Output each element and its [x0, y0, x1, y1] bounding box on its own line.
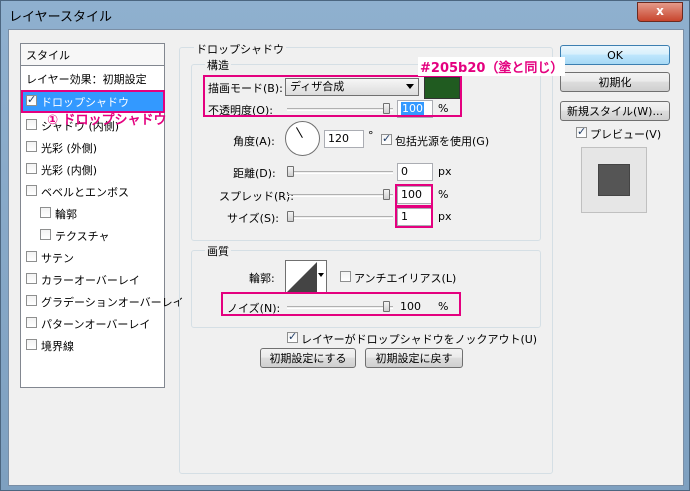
style-preview	[581, 147, 647, 213]
color-overlay-checkbox[interactable]	[26, 273, 37, 284]
layer-style-dialog: レイヤースタイル x スタイル レイヤー効果：初期設定 ドロップシャドウ シャド…	[0, 0, 690, 491]
title-bar: レイヤースタイル x	[1, 1, 689, 29]
spread-label: スプレッド(R):	[219, 190, 294, 203]
annotation-box-blend-opacity	[203, 75, 462, 117]
distance-value: 0	[401, 165, 408, 178]
new-style-button[interactable]: 新規スタイル(W)...	[560, 101, 670, 121]
style-item-label: 境界線	[41, 340, 74, 353]
annotation-box-spread	[395, 184, 433, 207]
angle-dial-needle	[296, 127, 303, 138]
annotation-color-note: #205b20（塗と同じ）	[418, 57, 566, 76]
drop-shadow-group-title: ドロップシャドウ	[194, 41, 286, 57]
contour-label: 輪郭:	[249, 272, 275, 285]
style-item-label: レイヤー効果：初期設定	[26, 73, 147, 86]
dialog-body: スタイル レイヤー効果：初期設定 ドロップシャドウ シャドウ (内側) 光彩 (…	[8, 29, 684, 486]
ok-button[interactable]: OK	[560, 45, 670, 65]
style-list-header[interactable]: スタイル	[21, 44, 164, 66]
global-light-checkbox[interactable]	[381, 132, 392, 145]
contour-picker[interactable]	[285, 260, 327, 294]
structure-group-title: 構造	[205, 57, 231, 73]
style-item-inner-glow[interactable]: 光彩 (内側)	[21, 159, 164, 179]
spread-slider-thumb[interactable]	[383, 189, 390, 200]
make-default-button[interactable]: 初期設定にする	[260, 348, 356, 368]
annotation-step1: ① ドロップシャドウ	[47, 113, 167, 128]
size-slider[interactable]	[287, 216, 393, 219]
pattern-overlay-checkbox[interactable]	[26, 317, 37, 328]
annotation-box-size	[395, 206, 433, 228]
chevron-down-icon	[318, 273, 324, 277]
spread-slider[interactable]	[287, 194, 393, 197]
style-item-satin[interactable]: サテン	[21, 247, 164, 267]
texture-checkbox[interactable]	[40, 229, 51, 240]
close-button[interactable]: x	[637, 2, 683, 22]
reset-button[interactable]: 初期化	[560, 72, 670, 92]
contour-curve-icon	[287, 262, 317, 292]
style-item-blending-default[interactable]: レイヤー効果：初期設定	[21, 68, 164, 88]
spread-unit: %	[438, 188, 449, 201]
size-unit: px	[438, 210, 452, 223]
window-title: レイヤースタイル	[9, 10, 112, 25]
style-item-outer-glow[interactable]: 光彩 (外側)	[21, 137, 164, 157]
distance-slider[interactable]	[287, 171, 393, 174]
stroke-checkbox[interactable]	[26, 339, 37, 350]
size-slider-thumb[interactable]	[287, 211, 294, 222]
angle-label: 角度(A):	[233, 135, 275, 148]
bevel-emboss-checkbox[interactable]	[26, 185, 37, 196]
style-item-pattern-overlay[interactable]: パターンオーバーレイ	[21, 313, 164, 333]
quality-group	[191, 250, 541, 328]
reset-default-button[interactable]: 初期設定に戻す	[365, 348, 463, 368]
distance-slider-thumb[interactable]	[287, 166, 294, 177]
style-item-label: 光彩 (外側)	[41, 142, 98, 155]
outer-glow-checkbox[interactable]	[26, 141, 37, 152]
style-item-contour[interactable]: 輪郭	[21, 203, 164, 223]
knockout-checkbox[interactable]	[287, 330, 298, 343]
style-item-color-overlay[interactable]: カラーオーバーレイ	[21, 269, 164, 289]
preview-checkbox[interactable]	[576, 125, 587, 138]
contour-checkbox[interactable]	[40, 207, 51, 218]
global-light-label: 包括光源を使用(G)	[395, 135, 490, 148]
style-item-label: グラデーションオーバーレイ	[41, 296, 184, 309]
angle-input[interactable]: 120	[324, 130, 364, 148]
style-item-label: 輪郭	[55, 208, 77, 221]
style-item-gradient-overlay[interactable]: グラデーションオーバーレイ	[21, 291, 184, 311]
knockout-label: レイヤーがドロップシャドウをノックアウト(U)	[301, 333, 538, 346]
satin-checkbox[interactable]	[26, 251, 37, 262]
quality-group-title: 画質	[205, 243, 231, 259]
style-item-label: パターンオーバーレイ	[41, 318, 151, 331]
style-item-texture[interactable]: テクスチャ	[21, 225, 164, 245]
inner-glow-checkbox[interactable]	[26, 163, 37, 174]
size-label: サイズ(S):	[227, 212, 279, 225]
style-item-stroke[interactable]: 境界線	[21, 335, 164, 355]
inner-shadow-checkbox[interactable]	[26, 119, 37, 130]
style-item-label: 光彩 (内側)	[41, 164, 98, 177]
style-item-label: カラーオーバーレイ	[41, 274, 140, 287]
preview-swatch	[598, 164, 630, 196]
annotation-box-noise	[221, 292, 461, 316]
angle-unit: °	[368, 129, 374, 142]
style-item-label: ベベルとエンボス	[41, 186, 129, 199]
antialias-label: アンチエイリアス(L)	[354, 272, 457, 285]
style-item-bevel-emboss[interactable]: ベベルとエンボス	[21, 181, 164, 201]
style-list-header-label: スタイル	[26, 49, 70, 62]
preview-label: プレビュー(V)	[590, 128, 662, 141]
style-item-label: テクスチャ	[55, 230, 110, 243]
distance-label: 距離(D):	[233, 167, 276, 180]
style-item-label: サテン	[41, 252, 74, 265]
angle-value: 120	[328, 132, 349, 145]
distance-input[interactable]: 0	[397, 163, 433, 181]
antialias-checkbox[interactable]	[340, 271, 351, 282]
distance-unit: px	[438, 165, 452, 178]
angle-dial[interactable]	[285, 121, 320, 156]
gradient-overlay-checkbox[interactable]	[26, 295, 37, 306]
